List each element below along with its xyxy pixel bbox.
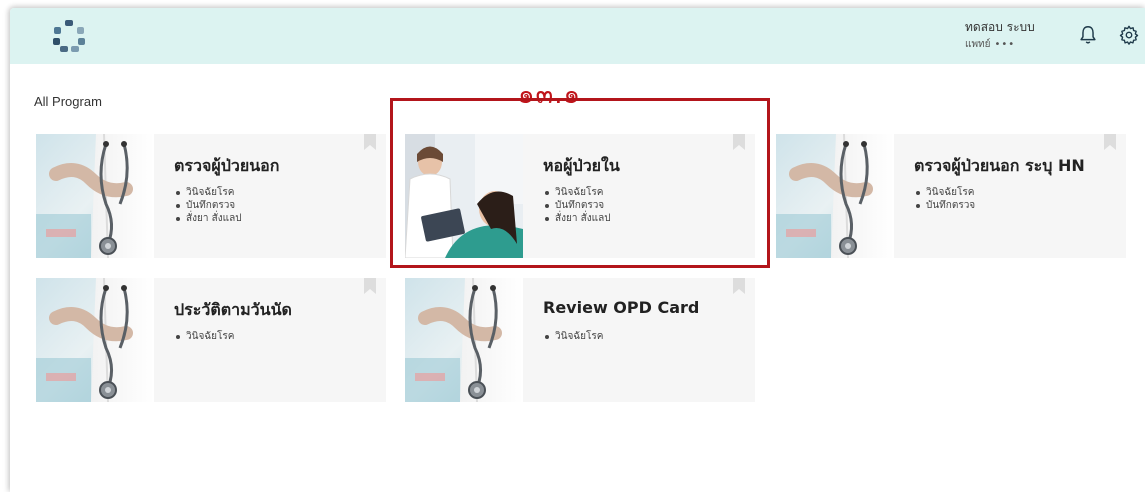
app-logo-icon[interactable] (52, 19, 86, 53)
bookmark-icon[interactable] (364, 278, 376, 294)
stethoscope-image (405, 278, 523, 402)
program-title: ตรวจผู้ป่วยนอก (174, 156, 280, 175)
feature-item: วินิจฉัยโรค (543, 186, 611, 199)
feature-list: วินิจฉัยโรค บันทึกตรวจ (914, 186, 975, 212)
bell-icon[interactable] (1077, 24, 1099, 46)
feature-item: สั่งยา สั่งแลป (174, 212, 242, 225)
gear-icon[interactable] (1118, 24, 1140, 46)
program-card-ipd[interactable]: หอผู้ป่วยใน วินิจฉัยโรค บันทึกตรวจ สั่งย… (405, 134, 755, 258)
user-role: แพทย์ ••• (965, 38, 1065, 52)
program-card-opd[interactable]: ตรวจผู้ป่วยนอก วินิจฉัยโรค บันทึกตรวจ สั… (36, 134, 386, 258)
feature-item: วินิจฉัยโรค (914, 186, 975, 199)
program-title: Review OPD Card (543, 298, 700, 317)
feature-item: สั่งยา สั่งแลป (543, 212, 611, 225)
top-bar: ทดสอบ ระบบ แพทย์ ••• (10, 8, 1145, 64)
feature-item: บันทึกตรวจ (914, 199, 975, 212)
feature-list: วินิจฉัยโรค บันทึกตรวจ สั่งยา สั่งแลป (174, 186, 242, 225)
feature-item: วินิจฉัยโรค (543, 330, 603, 343)
bookmark-icon[interactable] (364, 134, 376, 150)
section-title: All Program (34, 94, 102, 109)
feature-item: วินิจฉัยโรค (174, 330, 234, 343)
program-card-opd-hn[interactable]: ตรวจผู้ป่วยนอก ระบุ HN วินิจฉัยโรค บันทึ… (776, 134, 1126, 258)
doctor-patient-image (405, 134, 523, 258)
bookmark-icon[interactable] (733, 278, 745, 294)
more-icon[interactable]: ••• (995, 39, 1016, 50)
feature-list: วินิจฉัยโรค บันทึกตรวจ สั่งยา สั่งแลป (543, 186, 611, 225)
user-role-label: แพทย์ (965, 39, 991, 50)
stethoscope-image (36, 278, 154, 402)
program-title: หอผู้ป่วยใน (543, 156, 620, 175)
bookmark-icon[interactable] (733, 134, 745, 150)
annotation-label: ๑๓.๑ (518, 80, 582, 110)
program-title: ประวัติตามวันนัด (174, 300, 292, 319)
feature-item: วินิจฉัยโรค (174, 186, 242, 199)
feature-list: วินิจฉัยโรค (174, 330, 234, 343)
stethoscope-image (776, 134, 894, 258)
feature-item: บันทึกตรวจ (174, 199, 242, 212)
feature-item: บันทึกตรวจ (543, 199, 611, 212)
app-window: ทดสอบ ระบบ แพทย์ ••• ๑๓.๑ All Program ตรว… (10, 8, 1145, 492)
user-name: ทดสอบ ระบบ (965, 20, 1035, 34)
feature-list: วินิจฉัยโรค (543, 330, 603, 343)
program-card-review-opd[interactable]: Review OPD Card วินิจฉัยโรค (405, 278, 755, 402)
stethoscope-image (36, 134, 154, 258)
bookmark-icon[interactable] (1104, 134, 1116, 150)
program-title: ตรวจผู้ป่วยนอก ระบุ HN (914, 156, 1085, 175)
program-card-appointments[interactable]: ประวัติตามวันนัด วินิจฉัยโรค (36, 278, 386, 402)
user-info[interactable]: ทดสอบ ระบบ แพทย์ ••• (965, 20, 1065, 52)
